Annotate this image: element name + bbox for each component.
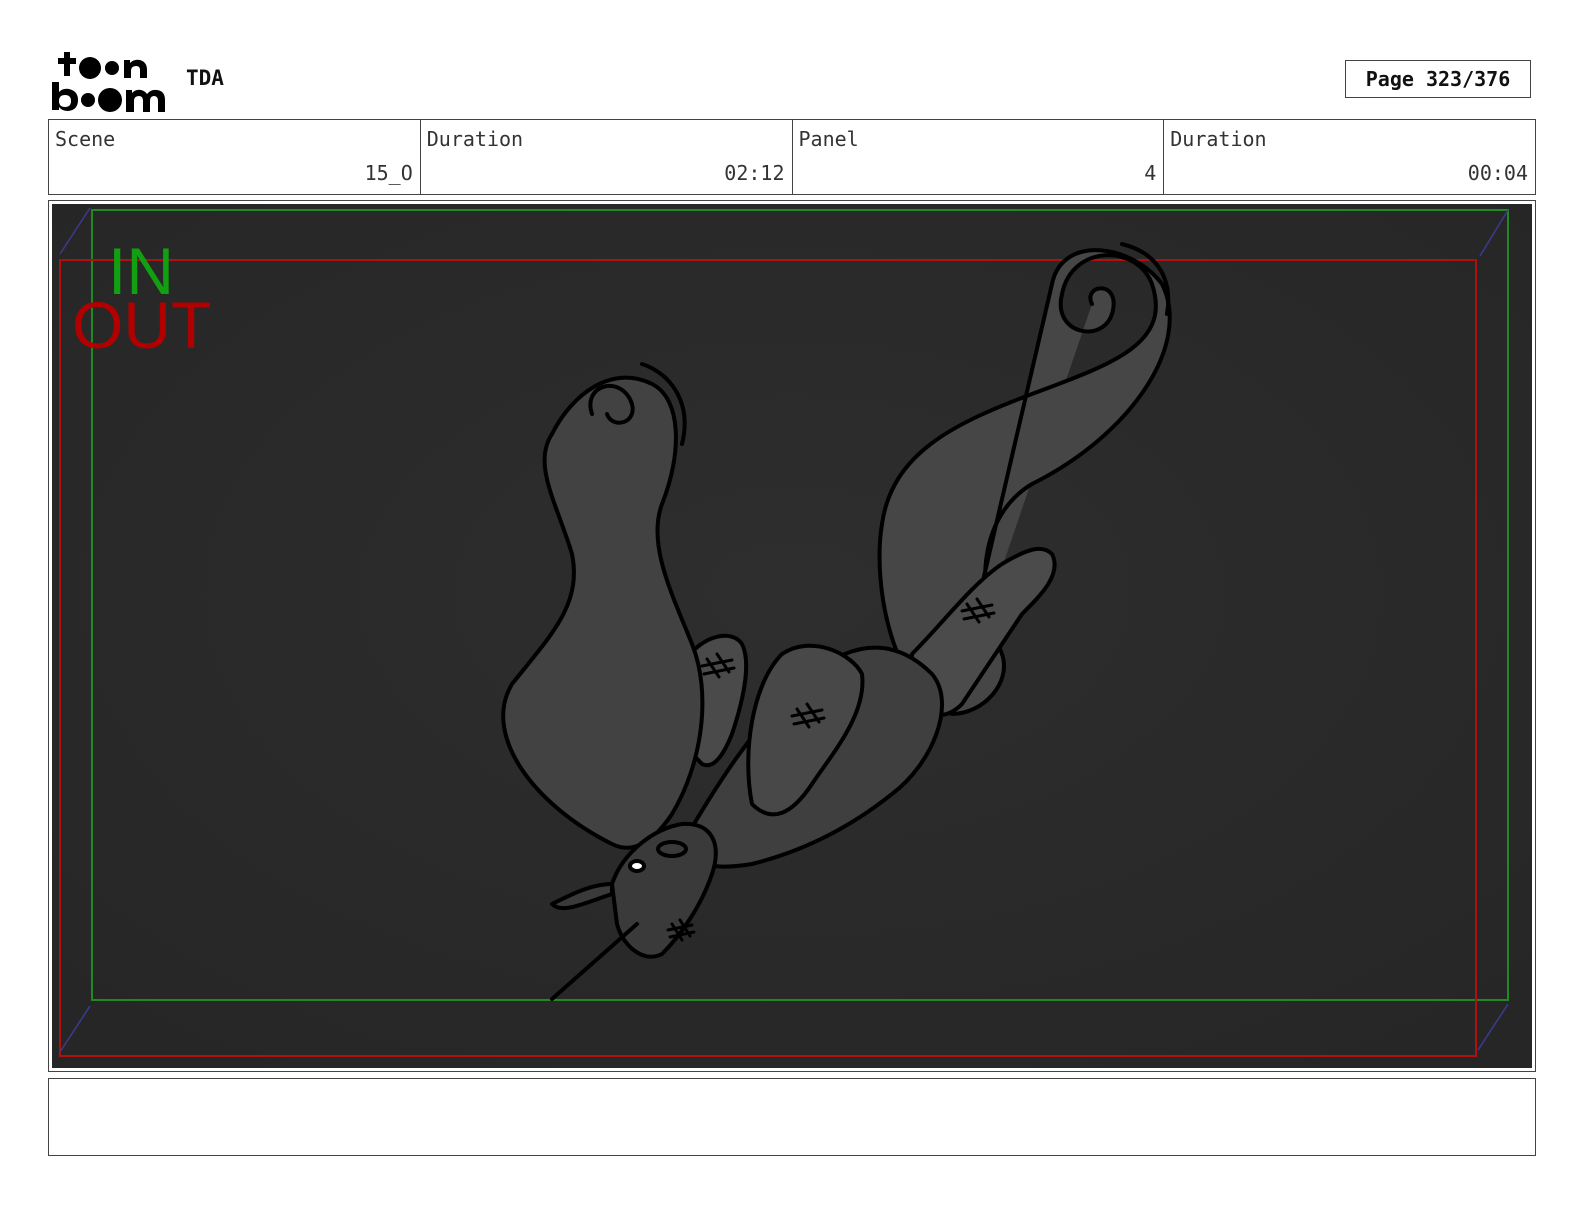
notes-box — [48, 1078, 1536, 1156]
scene-label: Scene — [55, 127, 116, 151]
scene-cell: Scene 15_O — [49, 120, 421, 194]
scene-duration-value: 02:12 — [724, 161, 785, 185]
panel-drawing: IN OUT — [52, 204, 1532, 1068]
panel-duration-cell: Duration 00:04 — [1164, 120, 1535, 194]
page-indicator: Page 323/376 — [1345, 60, 1531, 98]
scene-duration-label: Duration — [426, 127, 524, 151]
panel-value: 4 — [1144, 161, 1157, 185]
panel-cell: Panel 4 — [793, 120, 1165, 194]
panel-background — [52, 204, 1532, 1068]
project-title: TDA — [186, 66, 224, 90]
storyboard-panel-image: IN OUT — [52, 204, 1532, 1068]
eye — [628, 859, 646, 873]
out-label: OUT — [72, 288, 211, 362]
panel-duration-label: Duration — [1170, 127, 1267, 151]
panel-duration-value: 00:04 — [1467, 161, 1528, 185]
panel-label: Panel — [798, 127, 859, 151]
scene-info-table: Scene 15_O Duration 02:12 Panel 4 Durati… — [48, 119, 1536, 195]
scene-duration-cell: Duration 02:12 — [421, 120, 793, 194]
scene-value: 15_O — [364, 161, 413, 185]
toon-boom-logo — [52, 52, 165, 112]
